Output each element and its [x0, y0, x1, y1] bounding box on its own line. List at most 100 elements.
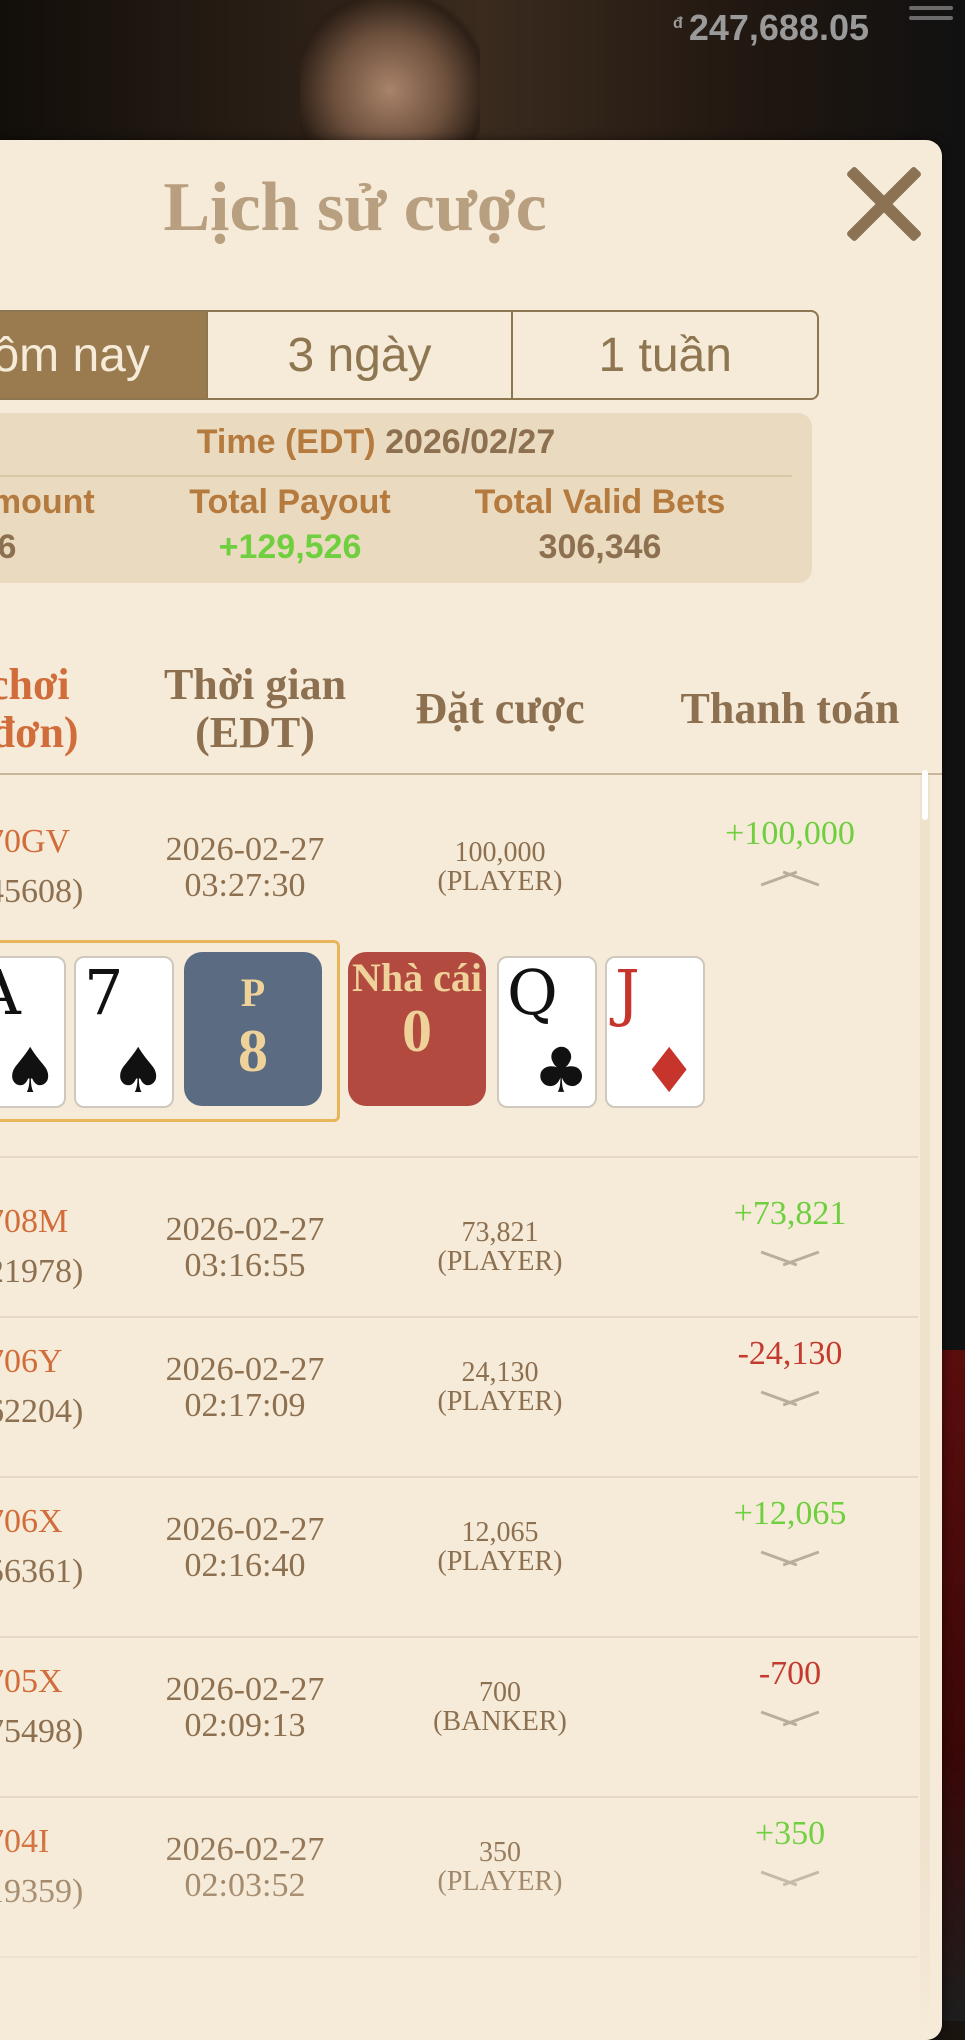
row-bet-amount: 24,130 [461, 1357, 539, 1388]
summary-total-valid-value: 306,346 [538, 528, 662, 566]
balance-amount: 247,688.05 [688, 7, 869, 48]
row-time: 2026-02-27 02:03:52 [135, 1832, 355, 1904]
row-order: 345608) [0, 873, 84, 910]
chevron-down-icon[interactable] [760, 1868, 820, 1890]
row-payout-value: +350 [754, 1815, 826, 1852]
row-date: 2026-02-27 [165, 1671, 325, 1708]
row-bet-amount: 700 [479, 1677, 521, 1708]
player-card: 7 ♠ [74, 956, 174, 1108]
row-payout: +350 [670, 1816, 910, 1890]
bet-list: 270GV 345608) 2026-02-27 03:27:30 100,00… [0, 776, 918, 2040]
row-id: 2706X [0, 1503, 63, 1540]
row-id: 2708M [0, 1203, 69, 1240]
row-bet-amount: 12,065 [461, 1517, 539, 1548]
scrollbar-thumb[interactable] [922, 770, 928, 820]
row-payout-value: -24,130 [737, 1335, 843, 1372]
row-bet: 73,821 (PLAYER) [400, 1218, 600, 1276]
balance-display: đ 247,688.05 [673, 6, 869, 50]
row-game-id: 2704I 919359) [0, 1823, 84, 1910]
row-payout-value: +73,821 [733, 1195, 847, 1232]
chevron-down-icon[interactable] [760, 1248, 820, 1270]
row-date: 2026-02-27 [165, 1351, 325, 1388]
row-bet-amount: 73,821 [461, 1217, 539, 1248]
header-game-sub: (Mã đơn) [0, 708, 79, 757]
row-bet-side: (PLAYER) [437, 1246, 563, 1277]
spade-icon: ♠ [110, 1034, 166, 1107]
table-row[interactable]: 2706Y 062204) 2026-02-27 02:17:09 24,130… [0, 1316, 918, 1478]
tab-today[interactable]: Hôm nay [0, 312, 208, 398]
summary-date: 2026/02/27 [385, 423, 556, 461]
player-total: 8 [238, 1018, 268, 1084]
row-id: 2706Y [0, 1343, 63, 1380]
scrollbar-track[interactable] [920, 776, 930, 2036]
header-time-label: Thời gian [163, 660, 347, 709]
row-bet: 100,000 (PLAYER) [400, 838, 600, 896]
row-id: 270GV [0, 823, 71, 860]
summary-panel: Time (EDT) 2026/02/27 Total Bet Amount 3… [0, 413, 812, 583]
row-bet-amount: 350 [479, 1837, 521, 1868]
summary-divider [0, 475, 792, 477]
chevron-down-icon[interactable] [760, 1708, 820, 1730]
table-row[interactable]: 270GV 345608) 2026-02-27 03:27:30 100,00… [0, 776, 918, 1158]
row-bet-side: (PLAYER) [437, 1546, 563, 1577]
table-row[interactable]: 2708M 721978) 2026-02-27 03:16:55 73,821… [0, 1156, 918, 1318]
row-payout: +12,065 [670, 1496, 910, 1570]
row-order: 721978) [0, 1253, 84, 1290]
card-rank: Q [507, 956, 558, 1029]
row-clock: 02:16:40 [184, 1547, 306, 1584]
summary-total-payout-value: +129,526 [218, 528, 362, 566]
summary-total-bet-value: 306,346 [0, 528, 17, 566]
card-rank: J [615, 956, 640, 1029]
row-clock: 02:03:52 [184, 1867, 306, 1904]
row-order: 056361) [0, 1553, 84, 1590]
row-id: 2705X [0, 1663, 63, 1700]
close-icon[interactable] [842, 162, 926, 246]
row-clock: 03:27:30 [184, 867, 306, 904]
modal-title: Lịch sử cược [163, 169, 547, 246]
row-game-id: 2706Y 062204) [0, 1343, 84, 1430]
table-row[interactable]: 2706X 056361) 2026-02-27 02:16:40 12,065… [0, 1476, 918, 1638]
background-panel [940, 1350, 965, 2021]
row-clock: 03:16:55 [184, 1247, 306, 1284]
row-game-id: 2708M 721978) [0, 1203, 84, 1290]
summary-total-valid-label: Total Valid Bets [474, 483, 726, 521]
banker-card: Q ♣ [497, 956, 597, 1108]
spade-icon: ♠ [2, 1034, 58, 1107]
tab-1-week[interactable]: 1 tuần [513, 312, 817, 398]
player-card: A ♠ [0, 956, 66, 1108]
header-time: Thời gian (EDT) [135, 661, 375, 757]
summary-total-payout-label: Total Payout [189, 483, 391, 521]
row-clock: 02:17:09 [184, 1387, 306, 1424]
card-rank: A [0, 960, 21, 1026]
table-row[interactable]: 2705X 975498) 2026-02-27 02:09:13 700 (B… [0, 1636, 918, 1798]
menu-icon[interactable] [909, 0, 953, 32]
currency-symbol: đ [673, 15, 683, 32]
banker-card: J ♦ [605, 956, 705, 1108]
row-payout-value: +12,065 [733, 1495, 847, 1532]
header-bet: Đặt cược [415, 684, 585, 733]
chevron-up-icon[interactable] [760, 868, 820, 890]
summary-time-label: Time (EDT) [196, 423, 376, 461]
period-tabs: Hôm nay 3 ngày 1 tuần [0, 310, 819, 400]
table-row[interactable]: 2704I 919359) 2026-02-27 02:03:52 350 (P… [0, 1796, 918, 1958]
row-id: 2704I [0, 1823, 50, 1860]
row-payout-value: +100,000 [725, 815, 855, 852]
header-payout: Thanh toán [680, 684, 900, 733]
row-time: 2026-02-27 02:09:13 [135, 1672, 355, 1744]
row-bet: 12,065 (PLAYER) [400, 1518, 600, 1576]
chevron-down-icon[interactable] [760, 1388, 820, 1410]
summary-total-valid: Total Valid Bets 306,346 [450, 483, 750, 567]
row-bet: 24,130 (PLAYER) [400, 1358, 600, 1416]
table-header: Trò chơi (Mã đơn) Thời gian (EDT) Đặt cư… [0, 645, 942, 775]
row-order: 062204) [0, 1393, 84, 1430]
row-payout-value: -700 [758, 1655, 822, 1692]
row-payout: +73,821 [670, 1196, 910, 1270]
bet-history-modal: Lịch sử cược Hôm nay 3 ngày 1 tuần Time … [0, 140, 942, 2040]
row-game-id: 270GV 345608) [0, 823, 84, 910]
round-result: A ♠ 7 ♠ P 8 Nhà cái 0 Q ♣ [0, 940, 918, 1122]
row-date: 2026-02-27 [165, 831, 325, 868]
row-bet-side: (PLAYER) [437, 1386, 563, 1417]
chevron-down-icon[interactable] [760, 1548, 820, 1570]
row-order: 919359) [0, 1873, 84, 1910]
tab-3-days[interactable]: 3 ngày [208, 312, 514, 398]
